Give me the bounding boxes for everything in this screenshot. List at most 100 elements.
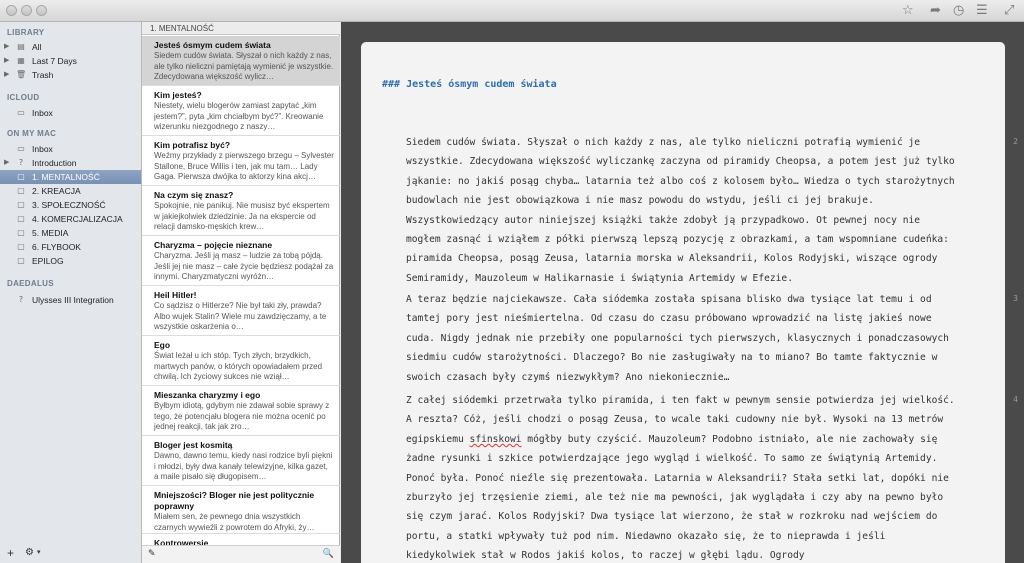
section-icloud: ICLOUD bbox=[7, 93, 40, 102]
sheet-excerpt: Dawno, dawno temu, kiedy nasi rodzice by… bbox=[154, 451, 333, 481]
sheet-item[interactable]: Ego Świat leżał u ich stóp. Tych złych, … bbox=[142, 336, 340, 386]
misspelled-word[interactable]: sfinskowi bbox=[470, 434, 522, 445]
sidebar-item-last-7-days[interactable]: ▶ ▦ Last 7 Days bbox=[0, 54, 141, 68]
new-sheet-icon[interactable]: ✎ bbox=[148, 549, 156, 559]
sheet-title: Kim potrafisz być? bbox=[154, 140, 231, 150]
sheet-item[interactable]: Jesteś ósmym cudem świata Siedem cudów ś… bbox=[142, 36, 340, 86]
sheet-list-header: 1. MENTALNOŚĆ bbox=[142, 22, 340, 35]
disclosure-triangle-icon[interactable]: ▶ bbox=[4, 40, 9, 54]
sidebar-item-komercjalizacja[interactable]: ▢ 4. KOMERCJALIZACJA bbox=[0, 212, 141, 226]
sheet-title: Ego bbox=[154, 340, 171, 350]
sidebar-item-media[interactable]: ▢ 5. MEDIA bbox=[0, 226, 141, 240]
group-icon: ▢ bbox=[17, 242, 25, 251]
sheet-excerpt: Niestety, wielu blogerów zamiast zapytać… bbox=[154, 101, 324, 131]
sheet-item[interactable]: Bloger jest kosmitą Dawno, dawno temu, k… bbox=[142, 436, 340, 486]
fullscreen-icon[interactable]: ⤢ bbox=[1004, 2, 1014, 20]
sheet-title: Bloger jest kosmitą bbox=[154, 440, 233, 450]
sidebar-item-label: Inbox bbox=[32, 144, 53, 154]
sidebar-item-ulysses-integration[interactable]: ? Ulysses III Integration bbox=[0, 293, 141, 307]
sheet-item[interactable]: Mniejszości? Bloger nie jest politycznie… bbox=[142, 486, 340, 534]
disclosure-triangle-icon[interactable]: ▶ bbox=[4, 156, 9, 170]
sheet-item[interactable]: Mieszanka charyzmy i ego Byłbym idiotą, … bbox=[142, 386, 340, 436]
margin-paragraph-number: 3 bbox=[1013, 294, 1018, 303]
group-icon: ▢ bbox=[17, 256, 25, 265]
minimize-window-button[interactable] bbox=[21, 5, 32, 16]
group-icon: ▢ bbox=[17, 214, 25, 223]
list-icon[interactable]: ☰ bbox=[976, 2, 988, 20]
sheet-title: Charyzma – pojęcie nieznane bbox=[154, 240, 273, 250]
sheet-item[interactable]: Kim jesteś? Niestety, wielu blogerów zam… bbox=[142, 86, 340, 136]
sidebar-item-label: 6. FLYBOOK bbox=[32, 242, 81, 252]
chevron-down-icon[interactable]: ▾ bbox=[37, 548, 41, 556]
margin-paragraph-number: 2 bbox=[1013, 137, 1018, 146]
trash-icon: 🗑 bbox=[16, 70, 27, 79]
books-icon: ▤ bbox=[17, 42, 25, 51]
sheet-excerpt: Spokojnie, nie panikuj. Nie musisz być e… bbox=[154, 201, 330, 231]
paragraph-3[interactable]: Z całej siódemki przetrwała tylko pirami… bbox=[406, 391, 956, 563]
star-icon[interactable]: ☆ bbox=[902, 2, 914, 20]
sidebar-item-label: EPILOG bbox=[32, 256, 64, 266]
sidebar-item-kreacja[interactable]: ▢ 2. KREACJA bbox=[0, 184, 141, 198]
sidebar-item-mentalnosc[interactable]: ▢ 1. MENTALNOŚĆ bbox=[0, 170, 141, 184]
sheet-title: Mniejszości? Bloger nie jest politycznie… bbox=[154, 490, 315, 511]
close-window-button[interactable] bbox=[6, 5, 17, 16]
sidebar-item-all[interactable]: ▶ ▤ All bbox=[0, 40, 141, 54]
group-icon: ▢ bbox=[17, 228, 25, 237]
sheet-excerpt: Charyzma. Jeśli ją masz – ludzie za tobą… bbox=[154, 251, 334, 281]
sheet-excerpt: Siedem cudów świata. Słyszał o nich każd… bbox=[154, 51, 334, 81]
search-icon[interactable]: 🔍 bbox=[323, 549, 334, 559]
group-icon: ▢ bbox=[17, 172, 25, 181]
paragraph-3-end: mógłby buty czyścić. Mauzoleum? Podobno … bbox=[406, 433, 949, 562]
sidebar-item-label: 1. MENTALNOŚĆ bbox=[32, 172, 100, 182]
sidebar-footer: + ⚙ ▾ bbox=[0, 545, 141, 563]
group-icon: ▢ bbox=[17, 200, 25, 209]
sheet-excerpt: Byłbym idiotą, gdybym nie zdawał sobie s… bbox=[154, 401, 330, 431]
disclosure-triangle-icon[interactable]: ▶ bbox=[4, 54, 9, 68]
margin-paragraph-number: 4 bbox=[1013, 395, 1018, 404]
sheet-title: Jesteś ósmym cudem świata bbox=[154, 40, 271, 50]
sheet-item[interactable]: Heil Hitler! Co sądzisz o Hitlerze? Nie … bbox=[142, 286, 340, 336]
sidebar-item-label: Ulysses III Integration bbox=[32, 295, 114, 305]
sheet-excerpt: Miałem sen, że pewnego dnia wszystkich c… bbox=[154, 512, 315, 532]
sheet-title: Kim jesteś? bbox=[154, 90, 202, 100]
sidebar-item-introduction[interactable]: ▶ ? Introduction bbox=[0, 156, 141, 170]
sidebar-item-mac-inbox[interactable]: ▭ Inbox bbox=[0, 142, 141, 156]
sheet-title: Heil Hitler! bbox=[154, 290, 197, 300]
sheet-item[interactable]: Kim potrafisz być? Weźmy przykłady z pie… bbox=[142, 136, 340, 186]
sheet-item[interactable]: Charyzma – pojęcie nieznane Charyzma. Je… bbox=[142, 236, 340, 286]
sidebar-item-label: 5. MEDIA bbox=[32, 228, 69, 238]
sheet-item[interactable]: Na czym się znasz? Spokojnie, nie paniku… bbox=[142, 186, 340, 236]
inbox-icon: ▭ bbox=[17, 144, 25, 153]
editor-page[interactable]: ### Jesteś ósmym cudem świata Siedem cud… bbox=[361, 42, 1005, 563]
library-sidebar: LIBRARY ▶ ▤ All ▶ ▦ Last 7 Days ▶ 🗑 Tras… bbox=[0, 22, 142, 563]
history-icon[interactable]: ◷ bbox=[953, 2, 964, 20]
sidebar-item-label: 4. KOMERCJALIZACJA bbox=[32, 214, 123, 224]
sidebar-item-label: Last 7 Days bbox=[32, 56, 77, 66]
group-icon: ▢ bbox=[17, 186, 25, 195]
sheet-title: Na czym się znasz? bbox=[154, 190, 234, 200]
sidebar-item-icloud-inbox[interactable]: ▭ Inbox bbox=[0, 106, 141, 120]
sidebar-item-epilog[interactable]: ▢ EPILOG bbox=[0, 254, 141, 268]
section-daedalus: DAEDALUS bbox=[7, 279, 54, 288]
disclosure-triangle-icon[interactable]: ▶ bbox=[4, 68, 9, 82]
add-icon[interactable]: + bbox=[7, 546, 14, 560]
sidebar-item-spolecznosc[interactable]: ▢ 3. SPOŁECZNOŚĆ bbox=[0, 198, 141, 212]
sidebar-item-trash[interactable]: ▶ 🗑 Trash bbox=[0, 68, 141, 82]
paragraph-1[interactable]: Siedem cudów świata. Słyszał o nich każd… bbox=[406, 133, 956, 288]
sheet-excerpt: Co sądzisz o Hitlerze? Nie był taki zły,… bbox=[154, 301, 327, 331]
sheet-excerpt: Świat leżał u ich stóp. Tych złych, brzy… bbox=[154, 351, 323, 381]
sheet-title: Mieszanka charyzmy i ego bbox=[154, 390, 261, 400]
sidebar-item-label: Introduction bbox=[32, 158, 77, 168]
sidebar-item-label: All bbox=[32, 42, 42, 52]
zoom-window-button[interactable] bbox=[36, 5, 47, 16]
section-library: LIBRARY bbox=[7, 28, 45, 37]
share-icon[interactable]: ➦ bbox=[930, 2, 941, 20]
help-icon: ? bbox=[18, 295, 24, 304]
document-heading[interactable]: ### Jesteś ósmym cudem świata bbox=[382, 79, 557, 90]
settings-icon[interactable]: ⚙ bbox=[25, 547, 34, 558]
sidebar-item-label: 2. KREACJA bbox=[32, 186, 81, 196]
sidebar-item-flybook[interactable]: ▢ 6. FLYBOOK bbox=[0, 240, 141, 254]
section-on-my-mac: ON MY MAC bbox=[7, 129, 57, 138]
paragraph-2[interactable]: A teraz będzie najciekawsze. Cała siódem… bbox=[406, 290, 956, 387]
help-icon: ? bbox=[18, 158, 24, 167]
